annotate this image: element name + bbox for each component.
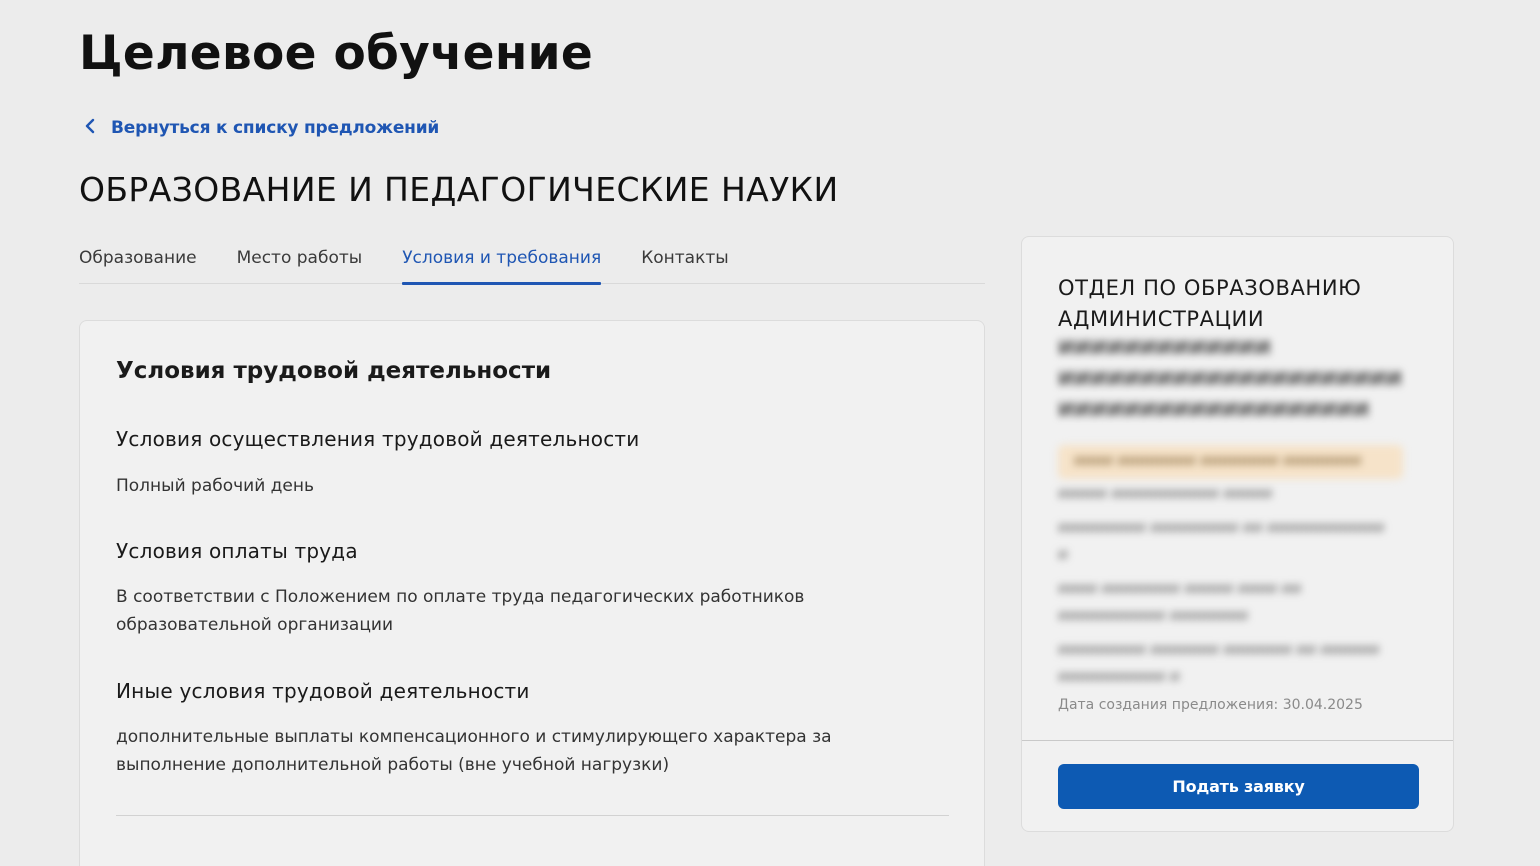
- section-title: ОБРАЗОВАНИЕ И ПЕДАГОГИЧЕСКИЕ НАУКИ: [79, 170, 839, 209]
- tab-workplace[interactable]: Место работы: [237, 236, 363, 284]
- tab-conditions[interactable]: Условия и требования: [402, 236, 602, 285]
- blurred-org-line: ИИИИИИИИИИИИИИИИИИИ: [1058, 399, 1370, 421]
- created-date: Дата создания предложения: 30.04.2025: [1058, 697, 1363, 713]
- org-name: ОТДЕЛ ПО ОБРАЗОВАНИЮ АДМИНИСТРАЦИИ: [1058, 276, 1362, 331]
- blurred-org-line: ИИИИИИИИИИИИИ: [1058, 337, 1272, 359]
- blurred-info-line: ииии ииииииии иииии ииии ии: [1058, 579, 1302, 597]
- tab-education[interactable]: Образование: [79, 236, 197, 284]
- page-title: Целевое обучение: [79, 26, 594, 81]
- tab-contacts[interactable]: Контакты: [641, 236, 729, 284]
- blurred-info-line: иииииииии иииииии иииииии ии ииииии: [1058, 640, 1380, 658]
- back-link-label: Вернуться к списку предложений: [111, 118, 440, 138]
- chevron-left-icon: [83, 118, 97, 138]
- back-to-list-link[interactable]: Вернуться к списку предложений: [83, 118, 439, 138]
- page: Целевое обучение Вернуться к списку пред…: [0, 0, 1540, 866]
- blurred-badge-text: ииии ииииииии ииииииии ииииииии: [1074, 451, 1362, 469]
- card-heading: Условия трудовой деятельности: [116, 358, 552, 384]
- divider: [116, 815, 949, 816]
- block-title-other-conditions: Иные условия трудовой деятельности: [116, 679, 530, 703]
- blurred-org-line: ИИИИИИИИИИИИИИИИИИИИИ: [1058, 368, 1403, 390]
- tabs: Образование Место работы Условия и требо…: [79, 236, 985, 285]
- blurred-info-line: иииииииииии и: [1058, 667, 1180, 685]
- conditions-card: Условия трудовой деятельности Условия ос…: [79, 320, 985, 866]
- blurred-info-line: иииии иииииииииии иииии: [1058, 484, 1273, 502]
- organization-card: ОТДЕЛ ПО ОБРАЗОВАНИЮ АДМИНИСТРАЦИИ ИИИИИ…: [1021, 236, 1454, 832]
- blurred-info-line: иииииииии иииииииии ии ииииииииииии: [1058, 518, 1385, 536]
- apply-button[interactable]: Подать заявку: [1058, 764, 1419, 809]
- divider: [1022, 740, 1453, 741]
- block-text-other-conditions: дополнительные выплаты компенсационного …: [116, 727, 832, 775]
- block-text-work-conditions: Полный рабочий день: [116, 476, 315, 496]
- blurred-info-line: иииииииииии ииииииии: [1058, 606, 1248, 624]
- block-text-pay-conditions: В соответствии с Положением по оплате тр…: [116, 587, 805, 635]
- block-title-work-conditions: Условия осуществления трудовой деятельно…: [116, 427, 640, 451]
- block-title-pay-conditions: Условия оплаты труда: [116, 539, 358, 563]
- blurred-info-line: и: [1058, 545, 1068, 563]
